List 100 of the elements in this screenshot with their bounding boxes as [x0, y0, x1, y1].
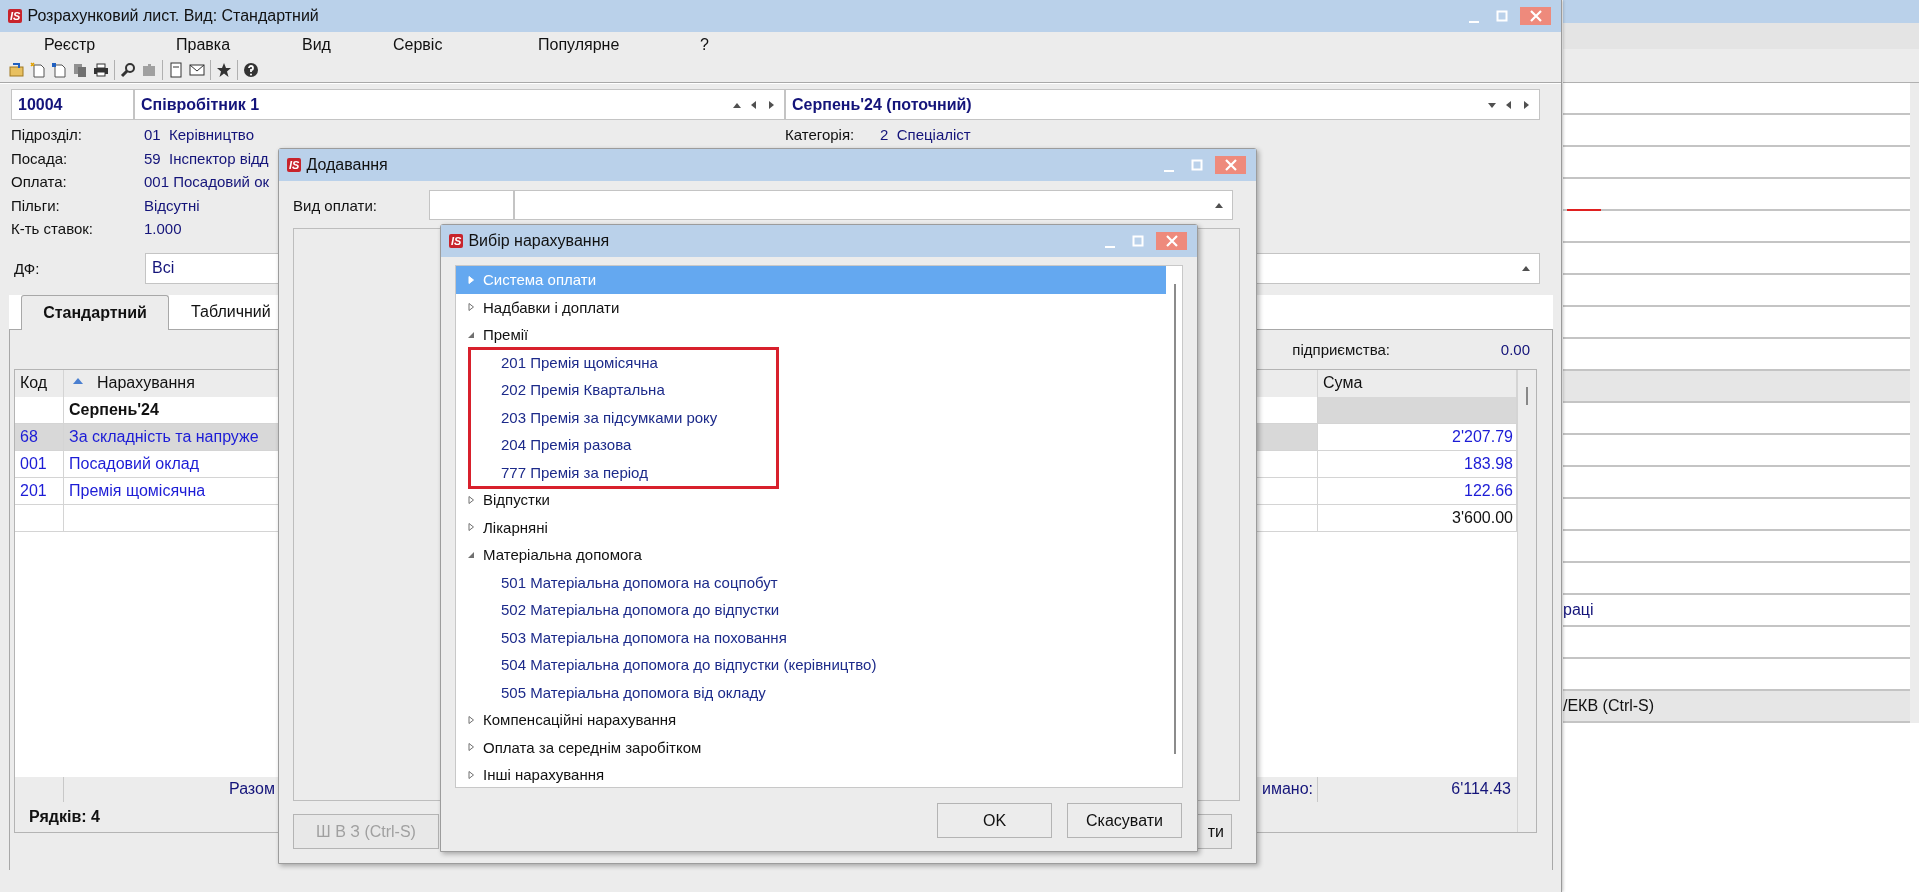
input-field[interactable] [1563, 211, 1910, 243]
menu-item[interactable]: ? [700, 36, 709, 54]
table-cell [15, 504, 64, 532]
input-field[interactable] [429, 190, 514, 220]
field-label: Підрозділ: [11, 126, 83, 144]
field-label: Пільги: [11, 196, 61, 214]
close-button[interactable] [1215, 156, 1246, 174]
scrollbar[interactable] [1174, 284, 1176, 754]
input-field[interactable] [1563, 179, 1910, 211]
field-value: 1.000 [144, 220, 182, 238]
expand-arrow-icon[interactable] [467, 303, 475, 312]
caret-left-icon[interactable] [1505, 100, 1513, 109]
total-label: Разом [229, 780, 275, 798]
menu-item[interactable]: Вид [302, 36, 331, 54]
collapse-arrow-icon[interactable] [467, 330, 475, 339]
app-logo: IS [287, 158, 302, 172]
envelope-icon[interactable] [189, 62, 205, 78]
field-label: підприємства: [1292, 341, 1390, 358]
tree-item[interactable]: 201 Премія щомісячна [456, 348, 1166, 376]
field-value: 01 Керівництво [144, 126, 254, 144]
expand-arrow-icon[interactable] [467, 495, 475, 504]
expand-arrow-icon[interactable] [467, 715, 475, 724]
caret-down-icon[interactable] [1488, 100, 1496, 109]
input-field[interactable] [1563, 435, 1910, 467]
document-icon[interactable] [51, 62, 67, 78]
row-count: Рядків: 4 [29, 807, 100, 826]
copy-icon[interactable] [72, 62, 88, 78]
search-icon[interactable] [120, 62, 136, 78]
caret-up-icon[interactable] [1215, 201, 1223, 209]
input-field[interactable] [1563, 115, 1910, 147]
expand-arrow-icon[interactable] [467, 523, 475, 532]
total-value: 6'114.43 [1451, 780, 1511, 798]
field-value: 2 Спеціаліст [880, 126, 971, 144]
input-field[interactable] [1563, 627, 1910, 659]
new-document-icon[interactable] [30, 62, 46, 78]
input-field[interactable] [1563, 499, 1910, 531]
input-field[interactable] [1563, 403, 1910, 435]
close-button[interactable] [1520, 7, 1551, 25]
caret-left-icon[interactable] [750, 100, 758, 109]
dropdown-field[interactable] [514, 190, 1233, 220]
expand-arrow-icon[interactable] [467, 743, 475, 752]
window-title: Розрахунковий лист. Вид: Стандартний [27, 7, 319, 25]
field-value: 001 Посадовий ок [144, 173, 270, 191]
menu-item[interactable]: Реєстр [44, 36, 96, 54]
maximize-icon [1495, 9, 1509, 23]
tree-item[interactable]: 504 Матеріальна допомога до відпустки (керівництво) [456, 651, 1166, 679]
table-cell: 001 [15, 450, 64, 478]
column-header[interactable]: Код [15, 369, 64, 397]
caret-up-icon[interactable] [1522, 264, 1530, 272]
tree-item[interactable]: Премії [456, 321, 1166, 349]
app-logo: IS [8, 9, 23, 23]
tree-item[interactable]: 502 Матеріальна допомога до відпустки [456, 596, 1166, 624]
minimize-icon [1469, 20, 1479, 23]
field-label: К-ть ставок: [11, 220, 94, 238]
tree-item[interactable]: Надбавки і доплати [456, 293, 1166, 321]
input-field[interactable]: Співробітник 1 [134, 89, 785, 120]
table-cell: 68 [15, 423, 64, 451]
maximize-icon [1190, 158, 1204, 172]
tree-item[interactable]: Лікарняні [456, 513, 1166, 541]
input-field[interactable] [1563, 147, 1910, 179]
printer-icon[interactable] [93, 62, 109, 78]
form-icon[interactable] [168, 62, 184, 78]
input-field[interactable]: раці [1563, 595, 1910, 627]
tab[interactable]: Стандартний [21, 294, 169, 330]
input-field[interactable] [1563, 307, 1910, 339]
input-field[interactable] [1563, 659, 1910, 691]
tree-item[interactable]: 501 Матеріальна допомога на соцпобут [456, 568, 1166, 596]
tree-item[interactable]: Компенсаційні нарахування [456, 706, 1166, 734]
input-field[interactable]: 10004 [11, 89, 134, 120]
close-button[interactable] [1156, 232, 1187, 250]
expand-arrow-icon[interactable] [467, 770, 475, 779]
help-icon[interactable] [243, 62, 259, 78]
input-field[interactable] [1563, 243, 1910, 275]
menu-item[interactable]: Популярне [538, 36, 620, 54]
button[interactable]: Скасувати [1067, 803, 1182, 838]
tree-item[interactable]: 505 Матеріальна допомога від окладу [456, 678, 1166, 706]
input-field[interactable] [1563, 275, 1910, 307]
field-label: Оплата: [11, 173, 68, 191]
button[interactable]: OK [937, 803, 1052, 838]
tree-item[interactable]: Інші нарахування [456, 761, 1166, 787]
tree-item[interactable]: Оплата за середнім заробітком [456, 733, 1166, 761]
caret-right-icon[interactable] [1522, 100, 1530, 109]
close-icon [1164, 234, 1179, 248]
total-label: имано: [1262, 780, 1313, 798]
caret-right-icon[interactable] [767, 100, 775, 109]
menu-item[interactable]: Правка [176, 36, 231, 54]
input-field[interactable] [1563, 563, 1910, 595]
input-field[interactable]: Серпень'24 (поточний) [785, 89, 1540, 120]
collapse-arrow-icon[interactable] [467, 550, 475, 559]
tree-item[interactable]: 503 Матеріальна допомога на поховання [456, 623, 1166, 651]
menu-item[interactable]: Сервіс [393, 36, 443, 54]
field-value: Співробітник 1 [140, 95, 260, 114]
input-field[interactable] [1563, 467, 1910, 499]
input-field[interactable] [1563, 339, 1910, 371]
star-icon[interactable] [216, 62, 232, 78]
folder-icon[interactable] [9, 62, 25, 78]
tree-item[interactable]: Матеріальна допомога [456, 541, 1166, 569]
input-field[interactable] [1563, 83, 1910, 115]
input-field[interactable] [1563, 531, 1910, 563]
minimize-icon [1105, 245, 1115, 248]
